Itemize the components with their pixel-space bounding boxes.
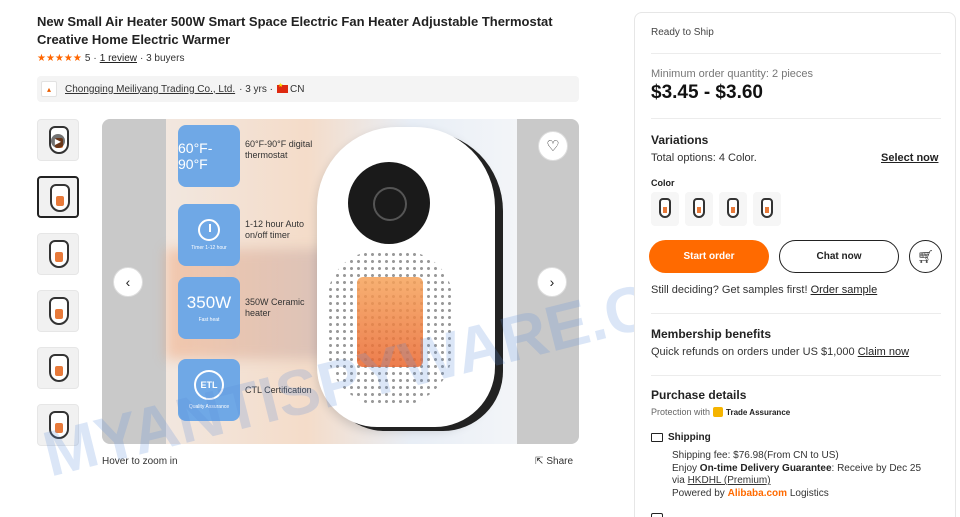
- thumbnail-5[interactable]: [37, 404, 79, 446]
- purchase-details-title: Purchase details: [651, 388, 747, 402]
- min-order-quantity: Minimum order quantity: 2 pieces: [651, 68, 814, 80]
- add-to-cart-button[interactable]: 🛒︎: [909, 240, 942, 273]
- country: CN: [277, 82, 305, 95]
- buyers-count: · 3 buyers: [139, 53, 185, 64]
- rating-row: ★★★★★ 5 · 1 review · 3 buyers: [37, 53, 184, 64]
- feature-tile-power: 350W Fast heat: [178, 277, 240, 339]
- chevron-right-icon: ›: [549, 274, 555, 290]
- color-swatch-4[interactable]: [753, 192, 781, 226]
- feature-text-thermostat: 60°F-90°F digital thermostat: [245, 139, 313, 160]
- thumbnail-list: ▶: [37, 119, 81, 461]
- share-label: Share: [546, 456, 574, 467]
- feature-tile-timer: Timer 1-12 hour: [178, 204, 240, 266]
- color-swatch-1[interactable]: [651, 192, 679, 226]
- main-product-image[interactable]: 60°F-90°F 60°F-90°F digital thermostat T…: [102, 119, 579, 444]
- favorite-button[interactable]: ♡: [538, 131, 568, 161]
- control-dial: [348, 162, 430, 244]
- thumbnail-1[interactable]: [37, 176, 79, 218]
- share-icon: ⇱: [535, 456, 544, 467]
- product-title: New Small Air Heater 500W Smart Space El…: [37, 14, 553, 47]
- etl-badge-icon: ETL: [194, 370, 224, 400]
- chevron-left-icon: ‹: [125, 274, 131, 290]
- refund-text: Quick refunds on orders under US $1,000: [651, 346, 855, 358]
- feature-text-timer: 1-12 hour Auto on/off timer: [245, 219, 305, 240]
- delivery-guarantee-row: Enjoy On-time Delivery Guarantee: Receiv…: [672, 463, 921, 476]
- share-button[interactable]: ⇱ Share: [535, 456, 573, 467]
- alibaba-logo: Alibaba.com: [727, 487, 788, 499]
- samples-row: Still deciding? Get samples first! Order…: [651, 284, 877, 296]
- hover-zoom-hint: Hover to zoom in: [102, 456, 178, 467]
- heart-icon: ♡: [546, 138, 560, 155]
- powered-by-row: Powered by Alibaba.com Logistics: [672, 488, 921, 501]
- color-swatch-3[interactable]: [719, 192, 747, 226]
- heater-illustration: [317, 127, 495, 427]
- shipping-details: Shipping fee: $76.98(From CN to US) Enjo…: [672, 450, 921, 500]
- rating-stars: ★★★★★: [37, 53, 82, 64]
- feature-text-power: 350W Ceramic heater: [245, 297, 305, 318]
- thumbnail-video[interactable]: ▶: [37, 119, 79, 161]
- variations-title: Variations: [651, 133, 709, 147]
- membership-title: Membership benefits: [651, 327, 772, 341]
- logistics-text: Logistics: [789, 487, 829, 499]
- next-image-button[interactable]: ›: [537, 267, 567, 297]
- divider: [651, 375, 941, 376]
- enjoy-text: Enjoy: [672, 462, 698, 474]
- rating-value: 5: [84, 53, 91, 64]
- select-now-link[interactable]: Select now: [881, 152, 938, 164]
- still-deciding-text: Still deciding? Get samples first!: [651, 284, 808, 296]
- feature-tile-thermostat: 60°F-90°F: [178, 125, 240, 187]
- country-code: CN: [290, 83, 305, 95]
- shipping-header: Shipping: [651, 432, 711, 443]
- thumbnail-4[interactable]: [37, 347, 79, 389]
- supplier-name-link[interactable]: Chongqing Meiliyang Trading Co., Ltd.: [65, 84, 235, 95]
- supplier-logo-icon: ▴: [41, 81, 57, 97]
- supplier-years: · 3 yrs ·: [239, 83, 273, 95]
- color-swatches: [651, 192, 781, 226]
- feature-text-certification: CTL Certification: [245, 385, 312, 395]
- carrier-row: via HKDHL (Premium): [672, 475, 921, 488]
- divider: [651, 118, 941, 119]
- trade-assurance-icon: [713, 407, 724, 417]
- rating-separator: ·: [93, 53, 97, 64]
- divider: [651, 53, 941, 54]
- next-section-icon: [651, 513, 663, 517]
- carrier-link[interactable]: HKDHL (Premium): [688, 475, 771, 486]
- color-label: Color: [651, 178, 675, 188]
- price-range: $3.45 - $3.60: [651, 82, 763, 103]
- truck-icon: [651, 433, 663, 442]
- reviews-link[interactable]: 1 review: [100, 53, 137, 64]
- shipping-fee: Shipping fee: $76.98(From CN to US): [672, 450, 839, 461]
- chat-now-button[interactable]: Chat now: [779, 240, 899, 273]
- claim-now-link[interactable]: Claim now: [858, 346, 909, 358]
- purchase-panel: Ready to Ship Minimum order quantity: 2 …: [634, 12, 956, 517]
- supplier-bar: ▴ Chongqing Meiliyang Trading Co., Ltd. …: [37, 76, 579, 102]
- feature-tile-certification: ETL Quality Assurance: [178, 359, 240, 421]
- protection-text: Protection with: [651, 407, 711, 417]
- guarantee-text: On-time Delivery Guarantee: [699, 462, 832, 474]
- shipping-title: Shipping: [668, 432, 711, 443]
- clock-icon: [198, 219, 220, 241]
- powered-by-text: Powered by: [672, 487, 725, 499]
- ready-to-ship-label: Ready to Ship: [651, 27, 714, 38]
- cart-icon: 🛒︎: [917, 248, 934, 264]
- divider: [651, 313, 941, 314]
- trade-assurance-label: Trade Assurance: [726, 407, 791, 417]
- start-order-button[interactable]: Start order: [649, 240, 769, 273]
- receive-by-text: : Receive by Dec 25: [831, 462, 922, 474]
- total-options: Total options: 4 Color.: [651, 152, 757, 164]
- refund-row: Quick refunds on orders under US $1,000 …: [651, 346, 909, 358]
- protection-row: Protection with Trade Assurance: [651, 407, 790, 417]
- thumbnail-2[interactable]: [37, 233, 79, 275]
- play-icon: ▶: [51, 134, 65, 148]
- prev-image-button[interactable]: ‹: [113, 267, 143, 297]
- color-swatch-2[interactable]: [685, 192, 713, 226]
- thumbnail-3[interactable]: [37, 290, 79, 332]
- order-sample-link[interactable]: Order sample: [811, 284, 878, 296]
- via-text: via: [672, 475, 685, 486]
- cn-flag-icon: [277, 82, 288, 93]
